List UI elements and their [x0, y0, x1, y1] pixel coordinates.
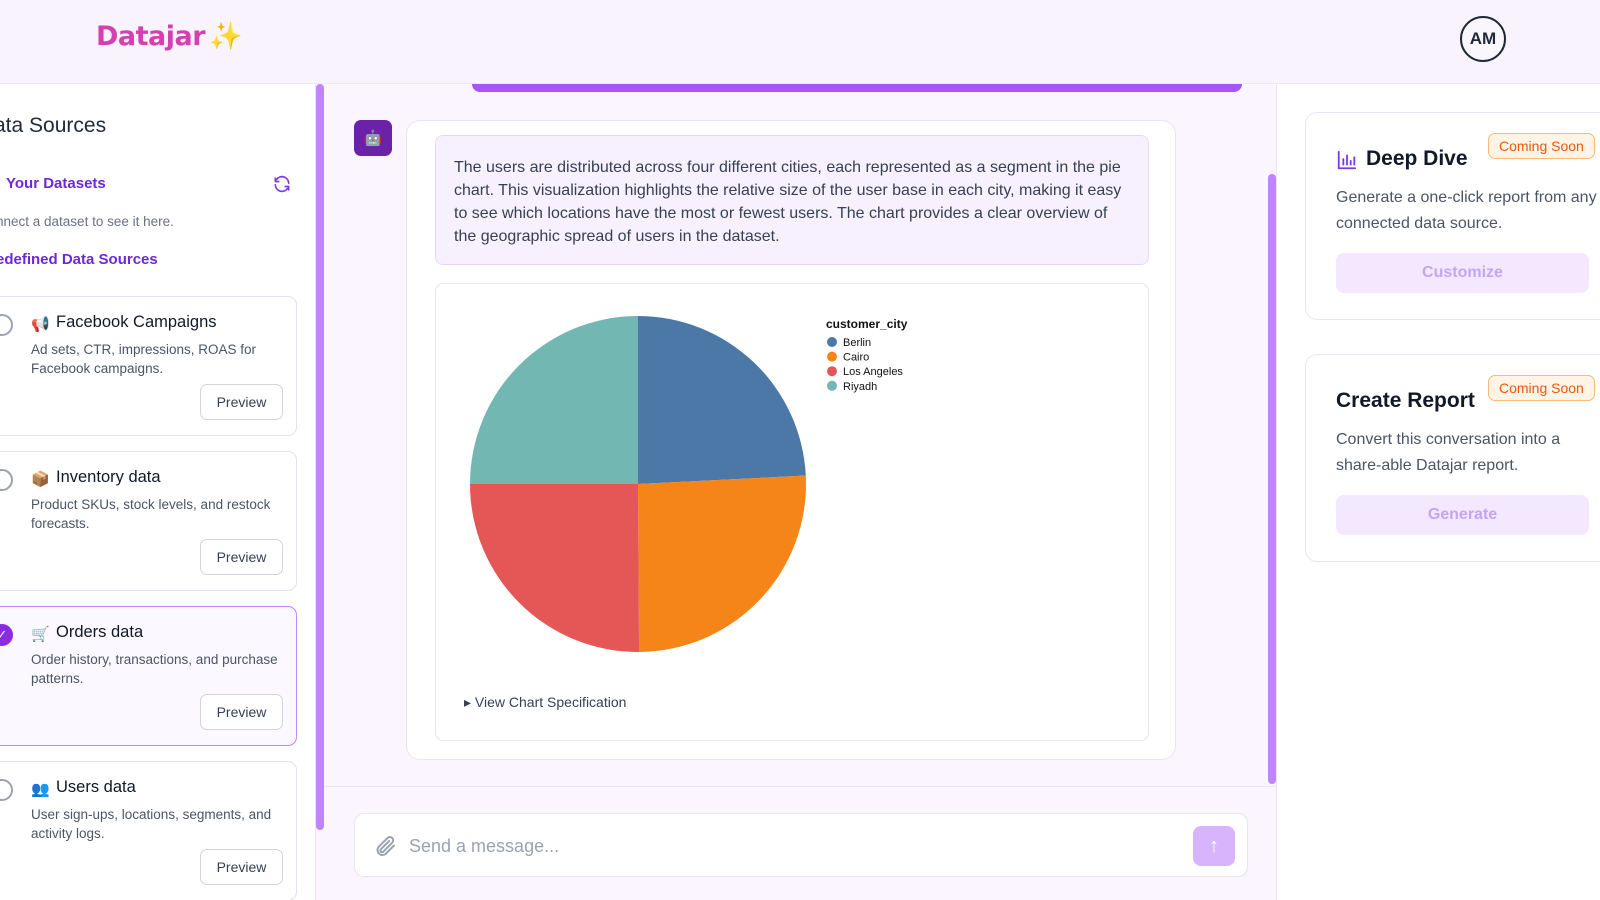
data-source-card-orders[interactable]: ✓ 🛒 Orders data Order history, transacti…	[0, 606, 297, 746]
sparkle-icon: ✨	[209, 21, 243, 52]
legend-label: Riyadh	[843, 381, 877, 393]
data-source-card-users[interactable]: 👥 Users data User sign-ups, locations, s…	[0, 761, 297, 900]
sidebar-title: ata Sources	[0, 114, 107, 137]
data-source-card-inventory[interactable]: 📦 Inventory data Product SKUs, stock lev…	[0, 451, 297, 591]
app-logo[interactable]: Datajar ✨	[96, 20, 243, 52]
preview-button[interactable]: Preview	[200, 384, 283, 420]
data-sources-sidebar: ata Sources Your Datasets nnect a datase…	[0, 84, 316, 900]
coming-soon-badge: Coming Soon	[1488, 375, 1595, 401]
create-report-title: Create Report	[1336, 389, 1475, 412]
users-icon: 👥	[31, 781, 50, 798]
create-report-card: Create Report Coming Soon Convert this c…	[1305, 354, 1600, 562]
pie-chart: customer_city Berlin Cairo Los Angeles Riya…	[470, 316, 908, 652]
legend-swatch	[827, 380, 837, 391]
logo-text: Datajar	[96, 21, 206, 52]
view-spec-label: View Chart Specification	[474, 694, 627, 710]
megaphone-icon: 📢	[31, 316, 50, 333]
message-input[interactable]	[409, 828, 1159, 864]
chat-scrollbar[interactable]	[1268, 174, 1276, 784]
arrow-up-icon: ↑	[1209, 834, 1219, 857]
package-icon: 📦	[31, 471, 50, 488]
data-source-name: Users data	[56, 778, 136, 796]
sidebar-scrollbar[interactable]	[316, 84, 324, 830]
view-chart-spec-toggle[interactable]: ▸ View Chart Specification	[464, 694, 626, 711]
paperclip-icon[interactable]	[373, 832, 397, 860]
bar-chart-icon	[1337, 150, 1357, 170]
refresh-icon[interactable]	[272, 174, 292, 194]
pie-slice-cairo[interactable]	[638, 475, 806, 652]
legend-swatch	[827, 337, 837, 347]
data-source-card-facebook[interactable]: 📢 Facebook Campaigns Ad sets, CTR, impre…	[0, 296, 297, 436]
triangle-right-icon: ▸	[464, 694, 475, 710]
deep-dive-title: Deep Dive	[1366, 147, 1468, 170]
pie-slice-riyadh[interactable]	[470, 316, 638, 484]
your-datasets-empty-note: nnect a dataset to see it here.	[0, 214, 174, 229]
create-report-desc: Convert this conversation into a share-a…	[1336, 431, 1561, 474]
data-source-name: Facebook Campaigns	[56, 313, 217, 331]
preview-button[interactable]: Preview	[200, 849, 283, 885]
data-source-desc: User sign-ups, locations, segments, and …	[31, 807, 272, 841]
legend-title: customer_city	[826, 317, 908, 331]
preview-button[interactable]: Preview	[200, 694, 283, 730]
bot-avatar-icon: 🤖	[354, 120, 392, 156]
generate-button[interactable]: Generate	[1336, 495, 1589, 535]
chat-area: 🤖 The users are distributed across four …	[324, 84, 1274, 900]
data-source-name: Inventory data	[56, 468, 161, 486]
your-datasets-heading: Your Datasets	[6, 175, 106, 192]
legend-label: Berlin	[843, 337, 871, 349]
composer-area: ↑	[324, 786, 1276, 900]
chart-container: customer_city Berlin Cairo Los Angeles Riya…	[435, 283, 1149, 741]
previous-message-edge	[472, 84, 1242, 92]
deep-dive-card: Deep Dive Coming Soon Generate a one-cli…	[1305, 112, 1600, 320]
pie-slice-berlin[interactable]	[638, 316, 806, 484]
radio-button[interactable]	[0, 314, 13, 336]
data-source-desc: Ad sets, CTR, impressions, ROAS for Face…	[31, 342, 257, 376]
message-text: The users are distributed across four di…	[435, 135, 1149, 265]
data-source-name: Orders data	[56, 623, 144, 641]
cart-icon: 🛒	[31, 626, 50, 643]
pie-slice-los-angeles[interactable]	[470, 484, 640, 652]
coming-soon-badge: Coming Soon	[1488, 133, 1595, 159]
radio-button[interactable]	[0, 469, 13, 491]
customize-button[interactable]: Customize	[1336, 253, 1589, 293]
right-panel: Deep Dive Coming Soon Generate a one-cli…	[1276, 84, 1600, 900]
top-header: Datajar ✨ AM	[0, 0, 1600, 84]
deep-dive-desc: Generate a one-click report from any con…	[1336, 189, 1597, 232]
user-avatar[interactable]: AM	[1460, 16, 1506, 62]
message-composer: ↑	[354, 813, 1248, 877]
data-source-desc: Product SKUs, stock levels, and restock …	[31, 497, 271, 531]
legend-label: Cairo	[843, 352, 869, 364]
legend-swatch	[827, 366, 837, 377]
radio-button[interactable]	[0, 779, 13, 801]
legend-label: Los Angeles	[843, 366, 903, 378]
data-source-desc: Order history, transactions, and purchas…	[31, 652, 278, 686]
preview-button[interactable]: Preview	[200, 539, 283, 575]
send-button[interactable]: ↑	[1193, 826, 1235, 866]
predefined-sources-heading: edefined Data Sources	[0, 251, 158, 268]
radio-button-checked[interactable]: ✓	[0, 624, 13, 646]
legend-swatch	[827, 351, 837, 362]
assistant-message: The users are distributed across four di…	[406, 120, 1176, 760]
